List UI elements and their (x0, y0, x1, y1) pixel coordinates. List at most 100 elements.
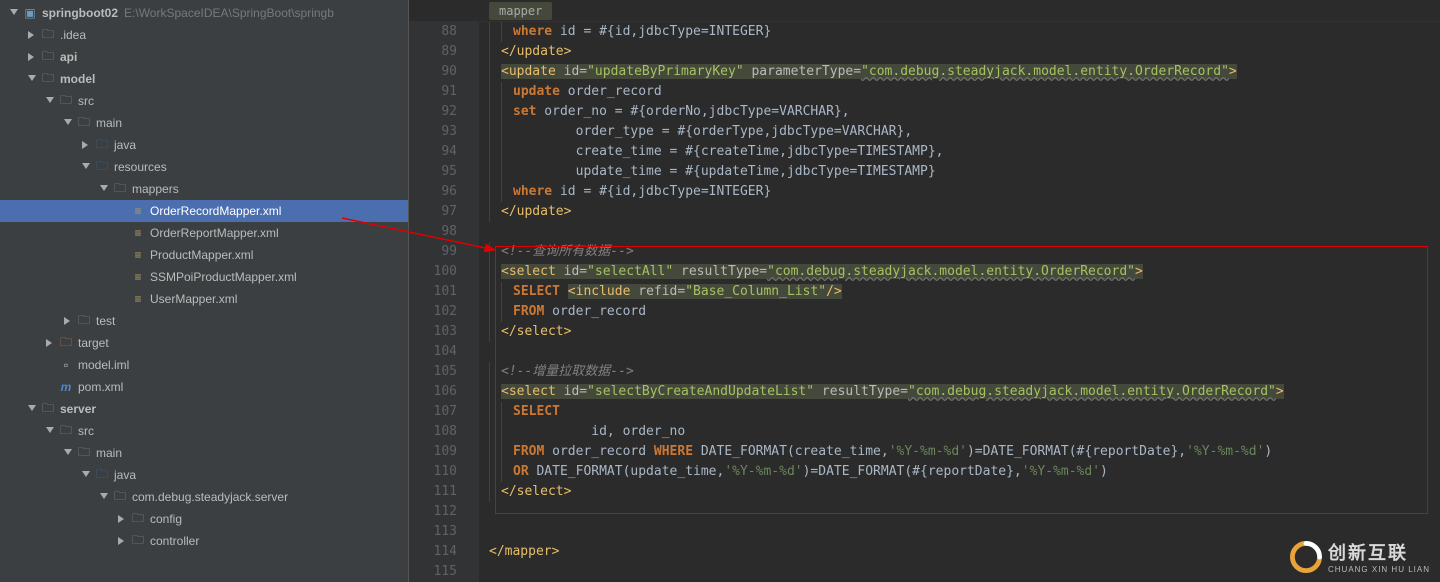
tree-src[interactable]: 🗀src (0, 90, 408, 112)
watermark-text: 创新互联 (1328, 539, 1430, 565)
expand-icon[interactable] (62, 447, 74, 459)
expand-icon[interactable] (26, 29, 38, 41)
label: api (60, 50, 77, 64)
expand-icon[interactable] (116, 535, 128, 547)
expand-icon[interactable] (8, 7, 20, 19)
logo-icon (1290, 541, 1322, 573)
expand-icon[interactable] (80, 469, 92, 481)
expand-icon[interactable] (62, 315, 74, 327)
label: target (78, 336, 109, 350)
line-number: 98 (409, 222, 457, 242)
folder-icon: 🗀 (58, 335, 74, 351)
tree-file-ssmpoi[interactable]: ≡SSMPoiProductMapper.xml (0, 266, 408, 288)
label: mappers (132, 182, 179, 196)
watermark-subtext: CHUANG XIN HU LIAN (1328, 565, 1430, 574)
package-icon: 🗀 (112, 489, 128, 505)
code-content[interactable]: where id = #{id,jdbcType=INTEGER} </upda… (479, 22, 1440, 582)
expand-icon[interactable] (80, 161, 92, 173)
tree-java[interactable]: 🗀java (0, 134, 408, 156)
label: java (114, 138, 136, 152)
tree-model[interactable]: 🗀model (0, 68, 408, 90)
tree-pomxml[interactable]: m pom.xml (0, 376, 408, 398)
line-number: 106 (409, 382, 457, 402)
tree-server[interactable]: 🗀server (0, 398, 408, 420)
label: ProductMapper.xml (150, 248, 253, 262)
tree-file-user[interactable]: ≡ UserMapper.xml (0, 288, 408, 310)
line-number: 91 (409, 82, 457, 102)
editor-panel: mapper 88 89 90 91 92 93 94 95 96 97 98 … (409, 0, 1440, 582)
label: com.debug.steadyjack.server (132, 490, 288, 504)
xml-file-icon: ≡ (130, 203, 146, 219)
label: SSMPoiProductMapper.xml (150, 270, 297, 284)
line-number: 93 (409, 122, 457, 142)
tree-controller[interactable]: 🗀controller (0, 530, 408, 552)
folder-icon: 🗀 (112, 181, 128, 197)
folder-icon: 🗀 (58, 423, 74, 439)
folder-icon: 🗀 (40, 71, 56, 87)
watermark: 创新互联 CHUANG XIN HU LIAN (1290, 539, 1430, 574)
line-number: 89 (409, 42, 457, 62)
project-tree[interactable]: ▣ springboot02 E:\WorkSpaceIDEA\SpringBo… (0, 0, 408, 552)
expand-icon[interactable] (116, 513, 128, 525)
line-number: 113 (409, 522, 457, 542)
expand-icon[interactable] (44, 425, 56, 437)
tree-file-orderrecord[interactable]: ≡OrderRecordMapper.xml (0, 200, 408, 222)
tree-pkg[interactable]: 🗀 com.debug.steadyjack.server (0, 486, 408, 508)
xml-file-icon: ≡ (130, 225, 146, 241)
label: server (60, 402, 96, 416)
expand-icon[interactable] (44, 337, 56, 349)
line-number: 101 (409, 282, 457, 302)
tree-config[interactable]: 🗀config (0, 508, 408, 530)
tree-test[interactable]: 🗀test (0, 310, 408, 332)
project-name: springboot02 (42, 6, 118, 20)
module-icon: ▣ (22, 5, 38, 21)
line-number: 95 (409, 162, 457, 182)
project-path: E:\WorkSpaceIDEA\SpringBoot\springb (124, 6, 334, 20)
expand-icon[interactable] (80, 139, 92, 151)
expand-icon[interactable] (44, 95, 56, 107)
xml-file-icon: ≡ (130, 247, 146, 263)
tree-main[interactable]: 🗀main (0, 112, 408, 134)
label: pom.xml (78, 380, 123, 394)
tree-src2[interactable]: 🗀src (0, 420, 408, 442)
gutter: 88 89 90 91 92 93 94 95 96 97 98 99 100 … (409, 22, 479, 582)
label: java (114, 468, 136, 482)
tree-idea[interactable]: 🗀.idea (0, 24, 408, 46)
line-number: 88 (409, 22, 457, 42)
line-number: 105 (409, 362, 457, 382)
folder-icon: 🗀 (76, 313, 92, 329)
expand-icon[interactable] (98, 183, 110, 195)
line-number: 109 (409, 442, 457, 462)
tree-modeliml[interactable]: ▫model.iml (0, 354, 408, 376)
tree-api[interactable]: 🗀 api (0, 46, 408, 68)
folder-icon: 🗀 (76, 445, 92, 461)
tree-root[interactable]: ▣ springboot02 E:\WorkSpaceIDEA\SpringBo… (0, 2, 408, 24)
line-number: 102 (409, 302, 457, 322)
label: src (78, 94, 94, 108)
expand-icon[interactable] (62, 117, 74, 129)
folder-icon: 🗀 (40, 49, 56, 65)
xml-file-icon: ≡ (130, 291, 146, 307)
expand-icon[interactable] (26, 51, 38, 63)
label: config (150, 512, 182, 526)
tree-target[interactable]: 🗀 target (0, 332, 408, 354)
breadcrumb-item[interactable]: mapper (489, 2, 552, 20)
code-area[interactable]: 88 89 90 91 92 93 94 95 96 97 98 99 100 … (409, 22, 1440, 582)
expand-icon[interactable] (98, 491, 110, 503)
tree-mappers[interactable]: 🗀 mappers (0, 178, 408, 200)
tree-main2[interactable]: 🗀main (0, 442, 408, 464)
line-number: 110 (409, 462, 457, 482)
line-number: 94 (409, 142, 457, 162)
expand-icon[interactable] (26, 403, 38, 415)
tree-java2[interactable]: 🗀java (0, 464, 408, 486)
label: UserMapper.xml (150, 292, 237, 306)
expand-icon[interactable] (26, 73, 38, 85)
line-number: 103 (409, 322, 457, 342)
breadcrumb: mapper (409, 0, 1440, 22)
tree-resources[interactable]: 🗀resources (0, 156, 408, 178)
maven-icon: m (58, 379, 74, 395)
tree-file-product[interactable]: ≡ ProductMapper.xml (0, 244, 408, 266)
line-number: 112 (409, 502, 457, 522)
tree-file-orderreport[interactable]: ≡OrderReportMapper.xml (0, 222, 408, 244)
line-number: 92 (409, 102, 457, 122)
